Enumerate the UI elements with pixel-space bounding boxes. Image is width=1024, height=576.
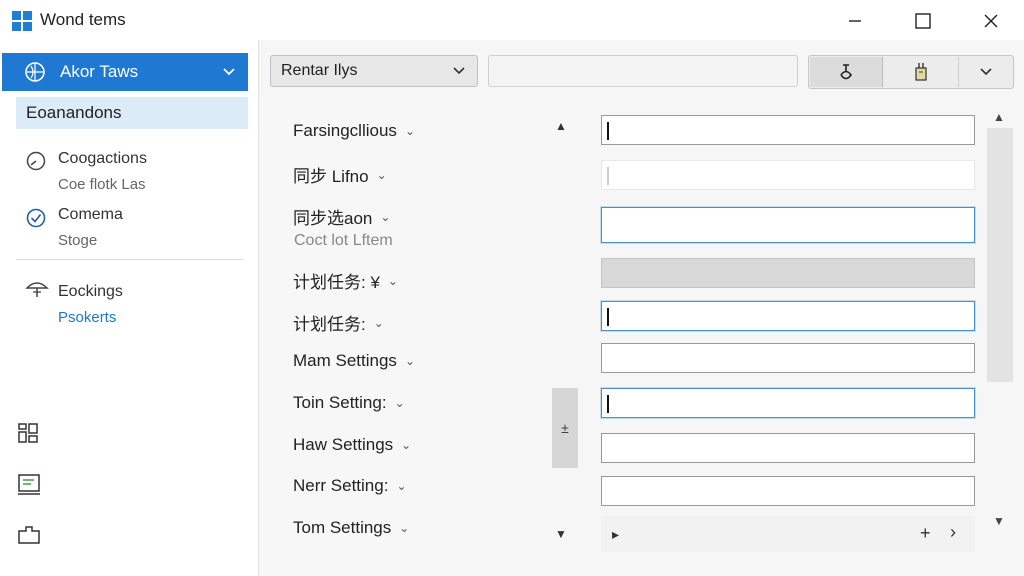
thumb-grip-icon: ± — [561, 420, 569, 436]
sidebar-item-connections[interactable] — [25, 150, 47, 177]
list-item-label: Nerr Setting: — [293, 476, 389, 495]
settings-list-item[interactable]: 计划任务: ⌄ — [293, 310, 384, 335]
sidebar-header-dropdown[interactable]: Akor Taws — [2, 53, 248, 91]
sidebar-item-eockings[interactable] — [25, 278, 49, 305]
right-scroll-down-button[interactable]: ▼ — [993, 514, 1005, 528]
sidebar-item-comema[interactable] — [25, 207, 47, 234]
list-item-label: Haw Settings — [293, 435, 394, 454]
maximize-icon — [915, 13, 931, 29]
list-item-label: 同步 Lifno — [293, 167, 369, 186]
play-button[interactable]: ▸ — [612, 526, 619, 543]
dropdown-value: Rentar Ilys — [281, 62, 358, 79]
settings-list-item[interactable]: 同步 Lifno ⌄ — [293, 162, 387, 187]
setting-input-2[interactable] — [601, 160, 975, 190]
setting-input-9[interactable] — [601, 476, 975, 506]
gauge-icon — [26, 151, 46, 171]
list-item-label: 同步选aon — [293, 209, 373, 228]
list-item-label: Farsingcllious — [293, 121, 397, 140]
monitor-icon — [18, 474, 40, 495]
settings-list-item[interactable]: Mam Settings ⌄ — [293, 351, 415, 371]
sidebar-header-label: Akor Taws — [60, 62, 139, 81]
dashboard-button[interactable] — [16, 421, 40, 450]
umbrella-icon — [25, 282, 49, 297]
close-icon — [984, 14, 998, 28]
add-button[interactable]: + — [920, 523, 931, 544]
list-item-label: Toin Setting: — [293, 393, 387, 412]
right-scrollbar-thumb[interactable] — [987, 128, 1013, 382]
setting-input-1[interactable] — [601, 115, 975, 145]
chevron-down-icon — [453, 67, 465, 75]
chevron-down-icon: ⌄ — [380, 209, 391, 224]
more-options-dropdown[interactable] — [960, 57, 1012, 87]
sidebar-item-label: Coogactions — [58, 150, 147, 167]
text-caret — [607, 167, 609, 185]
dashboard-icon — [18, 423, 38, 443]
scroll-up-button[interactable]: ▲ — [555, 119, 567, 133]
settings-list-item[interactable]: Farsingcllious ⌄ — [293, 121, 415, 141]
chevron-down-icon: ⌄ — [404, 354, 415, 368]
chevron-down-icon: ⌄ — [404, 124, 415, 138]
settings-list-item[interactable]: Haw Settings ⌄ — [293, 435, 411, 455]
chevron-down-icon: ⌄ — [401, 438, 412, 452]
folder-button[interactable] — [16, 523, 42, 552]
folder-icon — [18, 526, 40, 544]
setting-input-7[interactable] — [601, 388, 975, 418]
sidebar-item-link[interactable]: Psokerts — [58, 309, 116, 326]
setting-input-3[interactable] — [601, 207, 975, 243]
minimize-icon — [849, 20, 861, 22]
windows-logo-icon — [12, 11, 32, 31]
text-caret — [607, 122, 609, 140]
text-caret — [607, 395, 609, 413]
settings-list-item[interactable]: Toin Setting: ⌄ — [293, 393, 405, 413]
settings-list-item[interactable]: 同步选aon ⌄ — [293, 204, 390, 229]
settings-list-item[interactable]: Nerr Setting: ⌄ — [293, 476, 407, 496]
sidebar-item-label: Eockings — [58, 283, 123, 300]
sync-icon — [840, 64, 852, 80]
right-scroll-up-button[interactable]: ▲ — [993, 110, 1005, 124]
settings-list-item[interactable]: Tom Settings ⌄ — [293, 518, 409, 538]
chevron-down-icon: ⌄ — [376, 167, 387, 182]
scroll-down-button[interactable]: ▼ — [555, 527, 567, 541]
chevron-down-icon — [223, 68, 235, 76]
list-item-sublabel: Coct lot Lftem — [294, 232, 393, 249]
list-item-label: Tom Settings — [293, 518, 392, 537]
setting-input-4-disabled — [601, 258, 975, 288]
close-button[interactable] — [968, 6, 1014, 36]
check-circle-icon — [26, 208, 46, 228]
minimize-button[interactable] — [832, 6, 878, 36]
search-input[interactable] — [488, 55, 798, 87]
list-item-label: Mam Settings — [293, 351, 397, 370]
setting-input-5[interactable] — [601, 301, 975, 331]
sidebar-item-label: Comema — [58, 206, 123, 223]
window-title: Wond tems — [40, 10, 126, 29]
chevron-down-icon: ⌄ — [373, 315, 384, 330]
filter-dropdown[interactable]: Rentar Ilys — [270, 55, 478, 87]
globe-icon — [25, 62, 45, 82]
setting-input-8[interactable] — [601, 433, 975, 463]
pagination-bar — [601, 516, 975, 552]
sidebar-item-sublabel: Coe flotk Las — [58, 176, 146, 193]
next-button[interactable]: › — [950, 522, 956, 543]
sidebar-item-sublabel: Stoge — [58, 232, 98, 249]
plug-icon — [915, 63, 927, 81]
plugin-button[interactable] — [884, 57, 959, 87]
sidebar-item-label: Eoanandons — [26, 103, 122, 122]
sidebar-divider — [16, 259, 244, 260]
sync-button[interactable] — [810, 57, 883, 87]
list-item-label: 计划任务: — [293, 315, 366, 334]
chevron-down-icon: ⌄ — [394, 396, 405, 410]
scrollbar-thumb[interactable]: ± — [552, 388, 578, 468]
chevron-down-icon: ⌄ — [396, 479, 407, 493]
chevron-down-icon — [980, 68, 992, 76]
chevron-down-icon: ⌄ — [387, 273, 398, 288]
sidebar-item-selected[interactable]: Eoanandons — [16, 97, 248, 129]
list-item-label: 计划任务: ¥ — [293, 273, 380, 292]
maximize-button[interactable] — [900, 6, 946, 36]
monitor-button[interactable] — [16, 473, 42, 502]
settings-list-item[interactable]: 计划任务: ¥ ⌄ — [293, 268, 398, 293]
text-caret — [607, 308, 609, 326]
chevron-down-icon: ⌄ — [399, 521, 410, 535]
setting-input-6[interactable] — [601, 343, 975, 373]
